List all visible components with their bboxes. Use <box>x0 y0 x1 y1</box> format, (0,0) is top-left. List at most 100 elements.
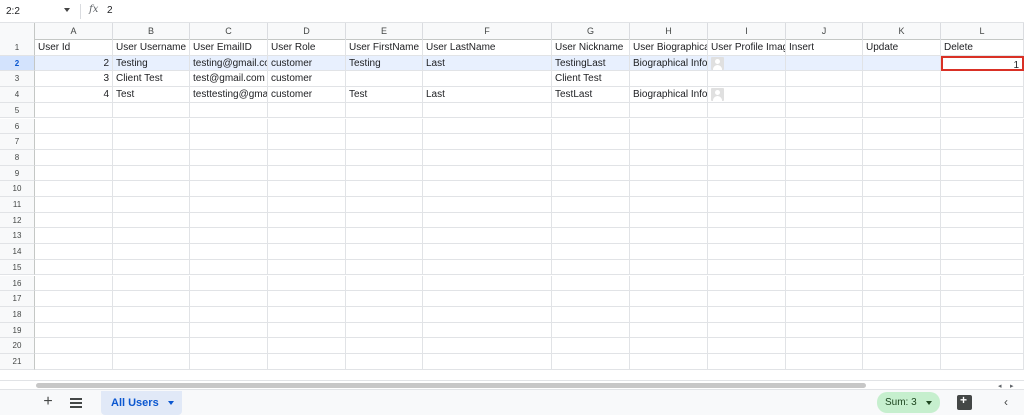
cell-e3[interactable] <box>346 71 423 88</box>
chevron-down-icon[interactable] <box>168 401 174 405</box>
cell-g7[interactable] <box>552 134 630 150</box>
cell-j9[interactable] <box>786 165 863 182</box>
name-box[interactable]: 2:2 <box>0 0 80 23</box>
cell-d14[interactable] <box>268 244 346 260</box>
row-header[interactable]: 5 <box>0 102 35 119</box>
cell-d12[interactable] <box>268 212 346 229</box>
chevron-down-icon[interactable] <box>926 401 932 405</box>
cell-e9[interactable] <box>346 165 423 182</box>
cell-f18[interactable] <box>423 306 552 323</box>
cell-i14[interactable] <box>708 244 786 260</box>
cell-f6[interactable] <box>423 118 552 135</box>
cell-g10[interactable] <box>552 181 630 197</box>
column-header-i[interactable]: I <box>708 23 786 40</box>
cell-c12[interactable] <box>190 212 268 229</box>
cell-j20[interactable] <box>786 338 863 354</box>
cell-h5[interactable] <box>630 102 708 119</box>
select-all-corner[interactable] <box>0 23 35 40</box>
cell-k16[interactable] <box>863 275 941 292</box>
cell-h20[interactable] <box>630 338 708 354</box>
cell-b19[interactable] <box>113 322 190 339</box>
cell-h3[interactable] <box>630 71 708 88</box>
cell-k18[interactable] <box>863 306 941 323</box>
cell-l21[interactable] <box>941 354 1024 370</box>
cell-g1[interactable]: User Nickname <box>552 40 630 56</box>
cell-a12[interactable] <box>35 212 113 229</box>
cell-c5[interactable] <box>190 102 268 119</box>
cell-d20[interactable] <box>268 338 346 354</box>
cell-b1[interactable]: User Username <box>113 40 190 56</box>
cell-l20[interactable] <box>941 338 1024 354</box>
all-sheets-menu-icon[interactable] <box>70 398 82 408</box>
cell-j1[interactable]: Insert <box>786 40 863 56</box>
cell-c2[interactable]: testing@gmail.co <box>190 55 268 72</box>
cell-j8[interactable] <box>786 149 863 166</box>
cell-f20[interactable] <box>423 338 552 354</box>
sum-badge[interactable]: Sum: 3 <box>877 392 940 413</box>
cell-h13[interactable] <box>630 228 708 245</box>
cell-f9[interactable] <box>423 165 552 182</box>
cell-e20[interactable] <box>346 338 423 354</box>
horizontal-scrollbar[interactable]: ◂ ▸ <box>0 380 1024 390</box>
cell-a7[interactable] <box>35 134 113 150</box>
cell-e14[interactable] <box>346 244 423 260</box>
cell-g13[interactable] <box>552 228 630 245</box>
cell-l1[interactable]: Delete <box>941 40 1024 56</box>
cell-g2[interactable]: TestingLast <box>552 55 630 72</box>
cell-a21[interactable] <box>35 354 113 370</box>
cell-c9[interactable] <box>190 165 268 182</box>
cell-b4[interactable]: Test <box>113 87 190 103</box>
cell-l12[interactable] <box>941 212 1024 229</box>
cell-j10[interactable] <box>786 181 863 197</box>
cell-l5[interactable] <box>941 102 1024 119</box>
cell-b12[interactable] <box>113 212 190 229</box>
cell-f12[interactable] <box>423 212 552 229</box>
chevron-down-icon[interactable] <box>64 8 70 12</box>
cell-l10[interactable] <box>941 181 1024 197</box>
cell-j18[interactable] <box>786 306 863 323</box>
cell-a17[interactable] <box>35 291 113 307</box>
formula-input[interactable]: 2 <box>107 5 113 16</box>
cell-i11[interactable] <box>708 197 786 213</box>
cell-b15[interactable] <box>113 259 190 276</box>
cell-i21[interactable] <box>708 354 786 370</box>
cell-h14[interactable] <box>630 244 708 260</box>
cell-k6[interactable] <box>863 118 941 135</box>
cell-j3[interactable] <box>786 71 863 88</box>
add-sheet-button[interactable]: + <box>40 394 56 410</box>
cell-e12[interactable] <box>346 212 423 229</box>
cell-k2[interactable] <box>863 55 941 72</box>
cell-k5[interactable] <box>863 102 941 119</box>
spreadsheet-grid[interactable]: ABCDEFGHIJKL 1 User Id User Username User E… <box>0 23 1024 380</box>
cell-c4[interactable]: testtesting@gma <box>190 87 268 103</box>
cell-a11[interactable] <box>35 197 113 213</box>
cell-c18[interactable] <box>190 306 268 323</box>
cell-k17[interactable] <box>863 291 941 307</box>
cell-f17[interactable] <box>423 291 552 307</box>
cell-b17[interactable] <box>113 291 190 307</box>
cell-a3[interactable]: 3 <box>35 71 113 88</box>
cell-k7[interactable] <box>863 134 941 150</box>
cell-c19[interactable] <box>190 322 268 339</box>
cell-f1[interactable]: User LastName <box>423 40 552 56</box>
cell-h7[interactable] <box>630 134 708 150</box>
cell-c8[interactable] <box>190 149 268 166</box>
cell-k10[interactable] <box>863 181 941 197</box>
cell-e16[interactable] <box>346 275 423 292</box>
cell-d9[interactable] <box>268 165 346 182</box>
cell-b9[interactable] <box>113 165 190 182</box>
cell-d10[interactable] <box>268 181 346 197</box>
column-header-c[interactable]: C <box>190 23 268 40</box>
cell-a20[interactable] <box>35 338 113 354</box>
cell-k19[interactable] <box>863 322 941 339</box>
cell-l16[interactable] <box>941 275 1024 292</box>
cell-l6[interactable] <box>941 118 1024 135</box>
cell-k4[interactable] <box>863 87 941 103</box>
cell-f14[interactable] <box>423 244 552 260</box>
cell-h15[interactable] <box>630 259 708 276</box>
cell-b14[interactable] <box>113 244 190 260</box>
cell-l9[interactable] <box>941 165 1024 182</box>
cell-d21[interactable] <box>268 354 346 370</box>
cell-d8[interactable] <box>268 149 346 166</box>
cell-h2[interactable]: Biographical Info <box>630 55 708 72</box>
